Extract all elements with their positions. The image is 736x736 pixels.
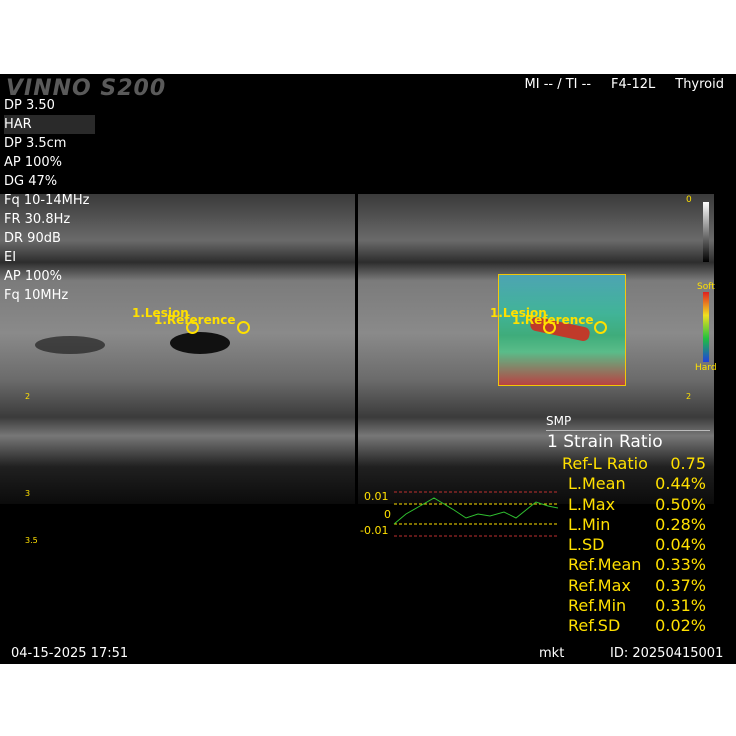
- stat-value: 0.04%: [655, 535, 706, 555]
- param-fq2: Fq 10MHz: [4, 288, 69, 303]
- param-dg: DG 47%: [4, 174, 58, 189]
- reference-marker-right[interactable]: [594, 321, 607, 334]
- stat-value: 0.44%: [655, 474, 706, 494]
- param-ei: EI: [4, 250, 17, 265]
- param-har: HAR: [4, 115, 95, 134]
- probe-name: F4-12L: [611, 77, 656, 92]
- strain-ratio-title: 1 Strain Ratio: [547, 432, 663, 452]
- param-dp: DP 3.50: [4, 98, 55, 113]
- stat-label: L.Min: [568, 514, 611, 534]
- stat-label: Ref.Min: [568, 596, 627, 616]
- strain-stats: Ref-L Ratio 0.75 L.Mean 0.44% L.Max 0.50% L…: [562, 454, 706, 637]
- graph-y-mid: 0: [384, 508, 391, 521]
- depth-mark: 2: [25, 392, 31, 401]
- depth-mark: 2: [686, 392, 692, 401]
- depth-mark: 3: [25, 489, 31, 498]
- stat-row: Ref.Mean 0.33%: [562, 555, 706, 575]
- stat-row: L.Max 0.50%: [562, 495, 706, 515]
- hard-label: Hard: [695, 363, 717, 373]
- param-depth: DP 3.5cm: [4, 136, 67, 151]
- stat-label: Ref.Max: [568, 575, 631, 595]
- param-dr: DR 90dB: [4, 231, 61, 246]
- graph-y-top: 0.01: [364, 490, 389, 503]
- stat-label: Ref.SD: [568, 616, 621, 636]
- stat-label: Ref-L Ratio: [562, 454, 648, 473]
- param-fr: FR 30.8Hz: [4, 212, 71, 227]
- stat-label: L.Mean: [568, 474, 626, 494]
- operator-name: mkt: [539, 646, 565, 661]
- stat-row: Ref-L Ratio 0.75: [562, 454, 706, 474]
- vessel-shadow: [170, 332, 230, 354]
- param-fq: Fq 10-14MHz: [4, 193, 90, 208]
- stat-row: Ref.Min 0.31%: [562, 596, 706, 616]
- mi-ti-readout: MI -- / TI --: [524, 77, 592, 92]
- stat-row: L.SD 0.04%: [562, 535, 706, 555]
- stat-row: Ref.SD 0.02%: [562, 616, 706, 636]
- lesion-marker-left[interactable]: [186, 321, 199, 334]
- gray-scale-bar: [703, 202, 709, 262]
- stat-row: Ref.Max 0.37%: [562, 576, 706, 596]
- graph-y-bottom: -0.01: [360, 524, 389, 537]
- stat-row: L.Min 0.28%: [562, 515, 706, 535]
- stat-value: 0.33%: [655, 555, 706, 575]
- stat-label: Ref.Mean: [568, 555, 642, 575]
- ultrasound-screen: VINNO S200 MI -- / TI -- F4-12L Thyroid …: [0, 74, 736, 664]
- stat-value: 0.02%: [655, 616, 706, 636]
- patient-id: ID: 20250415001: [610, 646, 724, 661]
- stat-label: L.SD: [568, 535, 605, 555]
- exam-datetime: 04-15-2025 17:51: [11, 646, 129, 661]
- stat-value: 0.37%: [655, 575, 706, 595]
- smp-title: SMP: [546, 414, 572, 428]
- strain-curve: [393, 497, 558, 525]
- param-ap2: AP 100%: [4, 269, 63, 284]
- lesion-marker-right[interactable]: [543, 321, 556, 334]
- soft-label: Soft: [697, 282, 715, 292]
- vessel-shadow: [35, 336, 105, 354]
- acquisition-parameters: DP 3.50 HAR DP 3.5cm AP 100% DG 47% Fq 1…: [4, 96, 95, 305]
- gray-bar-top-label: 0: [686, 195, 692, 205]
- stat-value: 0.31%: [655, 596, 706, 616]
- depth-mark: 3.5: [25, 536, 38, 545]
- preset-name: Thyroid: [675, 77, 724, 92]
- stat-row: L.Mean 0.44%: [562, 474, 706, 494]
- smp-divider: [546, 430, 710, 431]
- param-ap: AP 100%: [4, 155, 63, 170]
- elasticity-color-bar: [703, 292, 709, 362]
- header-info: MI -- / TI -- F4-12L Thyroid: [525, 77, 724, 92]
- stat-value: 0.50%: [655, 494, 706, 514]
- stat-value: 0.28%: [655, 514, 706, 534]
- stat-label: L.Max: [568, 494, 616, 514]
- reference-marker-left[interactable]: [237, 321, 250, 334]
- stat-value: 0.75: [670, 454, 706, 473]
